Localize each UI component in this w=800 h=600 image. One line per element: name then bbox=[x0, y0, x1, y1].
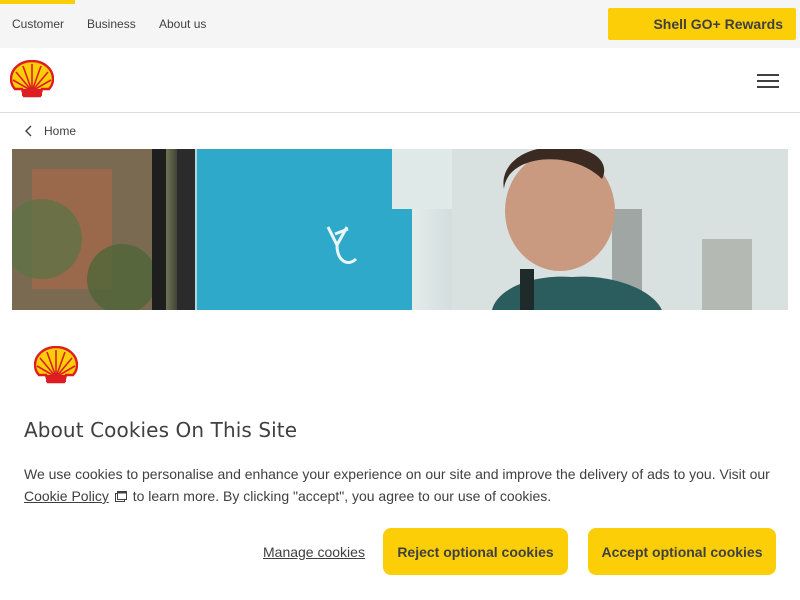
external-link-icon bbox=[114, 491, 127, 502]
breadcrumb-home-link[interactable]: Home bbox=[44, 124, 76, 138]
menu-line bbox=[757, 80, 779, 82]
cookie-policy-link[interactable]: Cookie Policy bbox=[24, 488, 109, 504]
reject-optional-cookies-button[interactable]: Reject optional cookies bbox=[383, 528, 568, 575]
shell-logo-icon[interactable] bbox=[9, 59, 55, 100]
breadcrumb[interactable]: Home bbox=[24, 122, 76, 140]
accept-optional-cookies-button[interactable]: Accept optional cookies bbox=[588, 528, 776, 575]
manage-cookies-link[interactable]: Manage cookies bbox=[263, 544, 365, 560]
main-header bbox=[0, 48, 800, 113]
cookie-text-before-link: We use cookies to personalise and enhanc… bbox=[24, 466, 770, 482]
nav-link-business[interactable]: Business bbox=[87, 17, 136, 31]
cookie-text-after-link: to learn more. By clicking "accept", you… bbox=[128, 488, 552, 504]
active-tab-indicator bbox=[0, 0, 75, 4]
page: Customer Business About us Shell GO+ Rew… bbox=[0, 0, 800, 600]
menu-line bbox=[757, 86, 779, 88]
hamburger-menu-icon[interactable] bbox=[756, 73, 780, 89]
nav-link-customer[interactable]: Customer bbox=[12, 17, 64, 31]
hero-image bbox=[12, 149, 788, 310]
cookie-dialog-text: We use cookies to personalise and enhanc… bbox=[24, 463, 774, 507]
shell-go-rewards-button[interactable]: Shell GO+ Rewards bbox=[608, 8, 796, 40]
cookie-dialog-title: About Cookies On This Site bbox=[24, 418, 298, 442]
rewards-button-label: Shell GO+ Rewards bbox=[653, 16, 783, 32]
chevron-left-icon bbox=[25, 125, 32, 137]
cookie-consent-dialog: About Cookies On This Site We use cookie… bbox=[0, 310, 800, 600]
menu-line bbox=[757, 74, 779, 76]
nav-link-about-us[interactable]: About us bbox=[159, 17, 206, 31]
hero-photo-illustration bbox=[12, 149, 788, 310]
reject-button-label: Reject optional cookies bbox=[397, 543, 554, 560]
shell-logo-icon bbox=[33, 345, 79, 386]
utility-bar: Customer Business About us Shell GO+ Rew… bbox=[0, 0, 800, 48]
accept-button-label: Accept optional cookies bbox=[601, 543, 763, 560]
